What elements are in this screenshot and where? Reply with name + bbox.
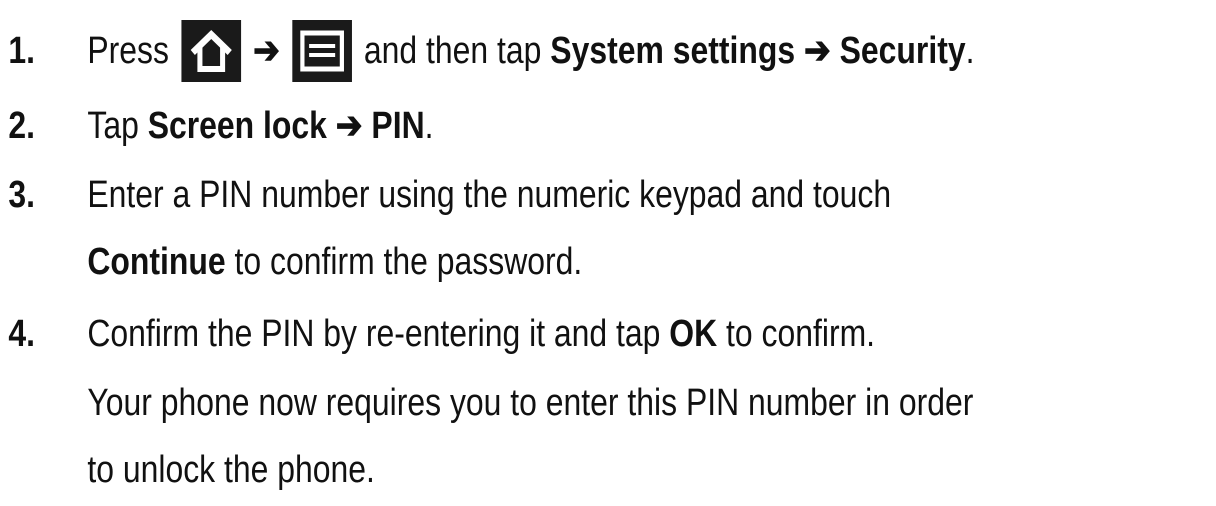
- menu-key: [292, 20, 352, 82]
- step-text: Tap: [87, 105, 139, 147]
- step-body: Continue to confirm the password.: [87, 243, 582, 281]
- step-number: 1.: [8, 30, 36, 72]
- menu-icon: [300, 30, 344, 72]
- instruction-document: 1. Press ➔ and then tap System settings …: [0, 0, 1216, 506]
- arrow-glyph: ➔: [803, 30, 831, 72]
- step-text: Confirm the PIN by re-entering it and ta…: [87, 313, 661, 355]
- step-text: to confirm the password.: [234, 241, 583, 283]
- step-body: Press ➔ and then tap System settings ➔ S…: [87, 20, 974, 82]
- home-icon: [190, 30, 232, 72]
- step-text: Enter a PIN number using the numeric key…: [87, 174, 892, 216]
- step-text: to confirm.: [726, 313, 876, 355]
- period: .: [965, 30, 975, 72]
- step-number: 2.: [8, 105, 36, 147]
- menu-path-system-settings: System settings: [550, 30, 796, 72]
- home-key: [181, 20, 241, 82]
- continue-label: Continue: [87, 241, 226, 283]
- step-text: and then tap: [363, 30, 542, 72]
- menu-path-security: Security: [839, 30, 966, 72]
- step-number: 4.: [8, 313, 36, 355]
- step-number: 3.: [8, 174, 36, 216]
- step-text: Press: [87, 30, 169, 72]
- menu-path-screen-lock: Screen lock: [147, 105, 327, 147]
- ok-label: OK: [669, 313, 718, 355]
- step-body: Confirm the PIN by re-entering it and ta…: [87, 315, 875, 353]
- arrow-glyph: ➔: [253, 30, 280, 72]
- step-body: Tap Screen lock ➔ PIN.: [87, 107, 433, 145]
- note-text: Your phone now requires you to enter thi…: [87, 382, 974, 424]
- note-text: to unlock the phone.: [87, 449, 375, 491]
- menu-path-pin: PIN: [371, 105, 425, 147]
- arrow-glyph: ➔: [335, 105, 363, 147]
- period: .: [424, 105, 434, 147]
